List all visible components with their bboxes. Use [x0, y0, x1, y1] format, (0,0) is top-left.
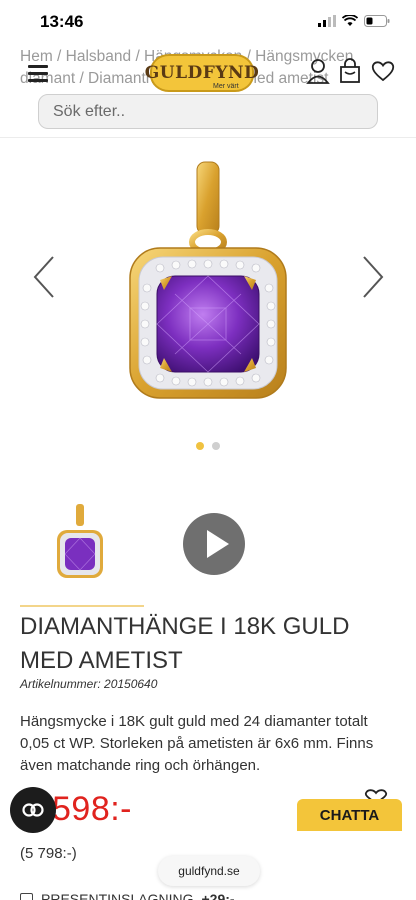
gift-wrap-price: +29:-	[201, 891, 235, 900]
product-price: 598:-	[52, 790, 132, 828]
accessibility-button[interactable]	[10, 787, 56, 833]
gift-wrap-label: PRESENTINSLAGNING	[41, 891, 194, 900]
signal-icon	[318, 15, 336, 27]
gallery-dot-2[interactable]	[212, 442, 220, 450]
status-bar: 13:46	[0, 0, 416, 46]
search-input[interactable]	[39, 95, 377, 128]
header-icons	[306, 58, 396, 84]
product-description: Hängsmycke i 18K gult guld med 24 diaman…	[20, 713, 374, 774]
wishlist-heart-icon[interactable]	[370, 58, 396, 84]
account-icon[interactable]	[306, 58, 330, 84]
gift-wrap-option[interactable]: PRESENTINSLAGNING +29:-	[20, 889, 400, 900]
gallery-prev-arrow-icon[interactable]	[32, 255, 56, 299]
status-icons	[318, 15, 390, 27]
article-number: Artikelnummer: 20150640	[20, 677, 158, 691]
product-image-amethyst-pendant[interactable]	[0, 148, 416, 448]
search-bar[interactable]	[38, 94, 378, 129]
gift-wrap-checkbox[interactable]	[20, 892, 33, 900]
battery-icon	[364, 15, 390, 27]
wifi-icon	[342, 15, 358, 26]
thumbnail-pendant[interactable]	[50, 502, 110, 588]
original-price: (5 798:-)	[20, 845, 77, 862]
site-header: GULDFYND Mer värt	[0, 50, 416, 98]
browser-domain-pill[interactable]: guldfynd.se	[158, 856, 260, 886]
cart-icon[interactable]	[338, 58, 362, 84]
product-image-gallery[interactable]	[0, 138, 416, 468]
chat-button[interactable]: CHATTA	[297, 799, 402, 831]
gallery-next-arrow-icon[interactable]	[361, 255, 385, 299]
link-rings-icon	[22, 803, 44, 817]
gallery-pagination	[196, 442, 220, 450]
hamburger-menu-icon[interactable]	[28, 65, 48, 82]
logo-tagline: Mer värt	[213, 83, 239, 90]
logo-text: GULDFYND	[144, 63, 260, 83]
product-title: DIAMANTHÄNGE I 18K GULD MED AMETIST	[20, 613, 350, 674]
status-time: 13:46	[40, 12, 84, 31]
play-video-button[interactable]	[183, 513, 245, 575]
gallery-dot-1[interactable]	[196, 442, 204, 450]
thumbnail-active-indicator	[20, 605, 144, 607]
